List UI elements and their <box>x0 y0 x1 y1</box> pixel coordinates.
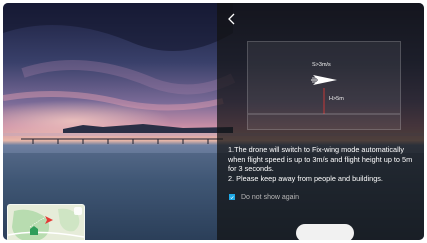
fixed-wing-mode-dialog: S>3m/s H>5m 1.The drone will switch to F… <box>217 3 424 240</box>
mode-switch-diagram: S>3m/s H>5m <box>247 41 401 130</box>
instruction-line-1: 1.The drone will switch to Fix-wing mode… <box>228 145 413 174</box>
app-screen: S>3m/s H>5m 1.The drone will switch to F… <box>3 3 424 240</box>
drone-arrow-icon <box>45 216 53 224</box>
confirm-button[interactable] <box>296 224 354 240</box>
home-point-icon <box>30 226 38 235</box>
instruction-line-2: 2. Please keep away from people and buil… <box>228 173 383 183</box>
do-not-show-again-checkbox[interactable] <box>229 194 235 200</box>
do-not-show-again-row[interactable]: Do not show again <box>229 192 299 202</box>
back-button[interactable] <box>224 11 240 27</box>
do-not-show-again-label: Do not show again <box>241 193 299 201</box>
expand-map-icon[interactable] <box>74 207 82 215</box>
height-indicator <box>248 88 400 115</box>
height-threshold-label: H>5m <box>329 96 344 102</box>
minimap[interactable] <box>7 204 85 240</box>
instructions-text: 1.The drone will switch to Fix-wing mode… <box>228 145 418 183</box>
checkmark-icon <box>230 195 234 199</box>
chevron-left-icon <box>228 13 235 25</box>
